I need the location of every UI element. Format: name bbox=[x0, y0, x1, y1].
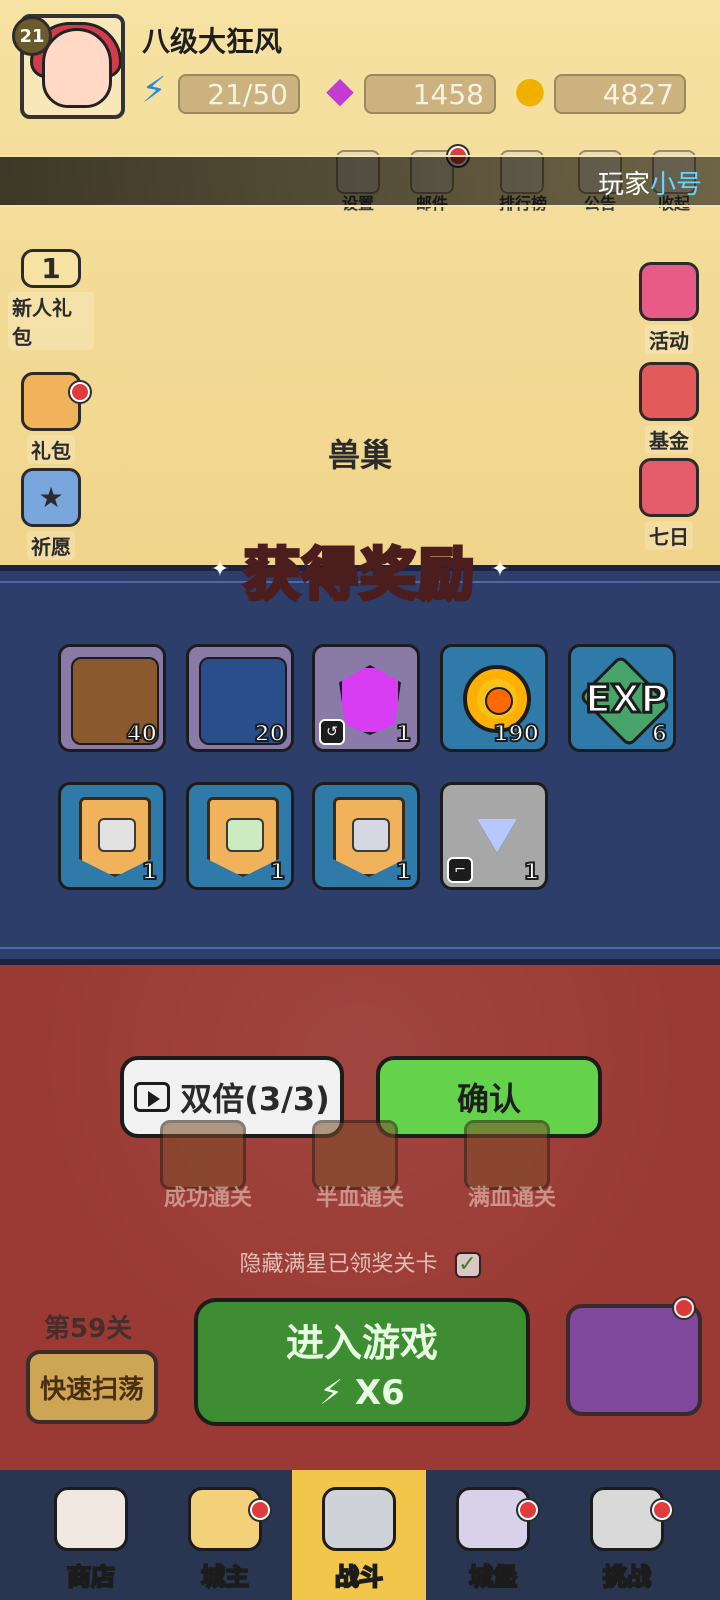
player-alt-account-label: 玩家小号 bbox=[598, 164, 702, 201]
nav-battle[interactable]: 战斗 bbox=[292, 1470, 426, 1600]
coin-icon[interactable]: ● bbox=[508, 66, 552, 114]
sparkle-right-icon: ✦ bbox=[490, 557, 510, 582]
nav-shop-label: 商店 bbox=[66, 1562, 116, 1592]
reward-item-boot[interactable]: 1 bbox=[58, 782, 166, 890]
fund-icon bbox=[639, 362, 699, 421]
hide-claimed-row: 隐藏满星已领奖关卡 ✓ bbox=[0, 1246, 720, 1278]
blue-triangle-gem-icon bbox=[477, 819, 517, 853]
challenge-icon bbox=[590, 1487, 664, 1551]
armor-icon bbox=[352, 818, 390, 852]
sparkle-left-icon: ✦ bbox=[210, 557, 230, 582]
reward-count: 190 bbox=[492, 721, 540, 748]
chest-success-label: 成功通关 bbox=[163, 1186, 252, 1211]
pentagon-icon: 1 bbox=[21, 249, 81, 288]
necklace-icon bbox=[226, 818, 264, 852]
gift-pack-notification-dot bbox=[70, 382, 90, 402]
gift-icon bbox=[21, 372, 81, 431]
confirm-label: 确认 bbox=[456, 1080, 521, 1118]
reward-item-necklace[interactable]: 1 bbox=[186, 782, 294, 890]
reward-count: 1 bbox=[269, 859, 286, 886]
nav-lord-label: 城主 bbox=[200, 1562, 250, 1592]
event-icon bbox=[639, 262, 699, 321]
boot-mark-icon: ⌐ bbox=[447, 857, 473, 883]
nav-lord[interactable]: 城主 bbox=[158, 1470, 292, 1600]
newbie-pack-button[interactable]: 1 新人礼包 bbox=[8, 249, 94, 350]
crossed-swords-icon bbox=[322, 1487, 396, 1551]
necklace-banner-icon bbox=[207, 797, 279, 877]
quick-sweep-button[interactable]: 快速扫荡 bbox=[26, 1350, 158, 1424]
player-alt-highlight: 小号 bbox=[649, 170, 702, 200]
tv-ad-icon bbox=[134, 1082, 171, 1112]
nav-lord-notification-dot bbox=[250, 1500, 270, 1520]
reward-count: 1 bbox=[395, 721, 412, 748]
coins-pill: 4827 bbox=[554, 74, 686, 114]
gem-icon[interactable]: ◆ bbox=[318, 66, 362, 114]
shop-icon bbox=[54, 1487, 128, 1551]
nav-castle-notification-dot bbox=[518, 1500, 538, 1520]
enter-game-button[interactable]: 进入游戏 ⚡ X6 bbox=[194, 1298, 530, 1426]
energy-cost: ⚡ X6 bbox=[319, 1373, 405, 1413]
player-level-badge: 21 bbox=[12, 16, 52, 56]
energy-value: 21/50 bbox=[207, 77, 288, 111]
nav-shop[interactable]: 商店 bbox=[24, 1470, 158, 1600]
reward-count: 1 bbox=[141, 859, 158, 886]
player-name: 八级大狂风 bbox=[142, 25, 283, 58]
lightning-icon: ⚡ bbox=[319, 1372, 344, 1413]
purple-gem-icon bbox=[339, 665, 401, 735]
coins-value: 4827 bbox=[602, 77, 674, 111]
check-icon[interactable]: ✓ bbox=[454, 1252, 481, 1278]
event-label: 活动 bbox=[645, 325, 693, 354]
treasure-notification-dot bbox=[674, 1298, 694, 1318]
gems-pill: 1458 bbox=[364, 74, 496, 114]
stage-label: 第59关 bbox=[44, 1314, 133, 1344]
nav-castle-label: 城堡 bbox=[468, 1562, 518, 1592]
energy-pill: 21/50 bbox=[178, 74, 300, 114]
energy-icon[interactable]: ⚡ bbox=[132, 66, 176, 114]
reward-item-exp[interactable]: EXP 6 bbox=[568, 644, 676, 752]
hide-claimed-label: 隐藏满星已领奖关卡 bbox=[239, 1252, 438, 1277]
reward-count: 40 bbox=[125, 721, 158, 748]
castle-icon bbox=[456, 1487, 530, 1551]
reward-item-blue-triangle[interactable]: ⌐ 1 bbox=[440, 782, 548, 890]
quick-sweep-label: 快速扫荡 bbox=[39, 1374, 144, 1405]
energy-cost-value: X6 bbox=[354, 1372, 405, 1413]
avatar-face bbox=[42, 28, 112, 108]
reward-popup-title: 获得奖励 bbox=[242, 541, 476, 610]
player-alt-prefix: 玩家 bbox=[597, 170, 650, 200]
reward-item-gold[interactable]: 190 bbox=[440, 644, 548, 752]
area-title: 兽巢 bbox=[327, 436, 392, 474]
nav-challenge-label: 挑战 bbox=[602, 1562, 652, 1592]
nav-challenge[interactable]: 挑战 bbox=[560, 1470, 694, 1600]
gems-value: 1458 bbox=[412, 77, 484, 111]
nav-castle[interactable]: 城堡 bbox=[426, 1470, 560, 1600]
double-reward-label: 双倍(3/3) bbox=[180, 1080, 330, 1118]
reward-item-ice-knight[interactable]: 20 bbox=[186, 644, 294, 752]
chest-full-label: 满血通关 bbox=[467, 1186, 556, 1211]
enter-game-label: 进入游戏 bbox=[285, 1320, 438, 1365]
reward-count: 1 bbox=[523, 859, 540, 886]
newbie-pack-label: 新人礼包 bbox=[8, 292, 94, 350]
reward-count: 6 bbox=[651, 721, 668, 748]
event-button[interactable]: 活动 bbox=[626, 262, 712, 354]
treasure-chest-button[interactable] bbox=[566, 1298, 702, 1416]
armor-banner-icon bbox=[333, 797, 405, 877]
chest-half-label: 半血通关 bbox=[315, 1186, 404, 1211]
newbie-pack-number: 1 bbox=[41, 252, 61, 285]
reward-popup-title-wrap: ✦ 获得奖励 ✦ bbox=[0, 525, 720, 615]
boot-icon bbox=[98, 818, 136, 852]
reward-item-armor[interactable]: 1 bbox=[312, 782, 420, 890]
reward-count: 20 bbox=[253, 721, 286, 748]
reward-item-tree-monster[interactable]: 40 bbox=[58, 644, 166, 752]
crown-icon bbox=[188, 1487, 262, 1551]
exp-label: EXP bbox=[584, 676, 670, 723]
reward-grid: 40 20 ↺ 1 190 EXP 6 1 1 1 ⌐ 1 bbox=[58, 640, 678, 900]
reward-item-purple-gem[interactable]: ↺ 1 bbox=[312, 644, 420, 752]
boot-banner-icon bbox=[79, 797, 151, 877]
nav-battle-label: 战斗 bbox=[334, 1562, 384, 1592]
reward-count: 1 bbox=[395, 859, 412, 886]
recycle-mark-icon: ↺ bbox=[319, 719, 345, 745]
star-icon: ★ bbox=[21, 468, 81, 527]
nav-challenge-notification-dot bbox=[652, 1500, 672, 1520]
